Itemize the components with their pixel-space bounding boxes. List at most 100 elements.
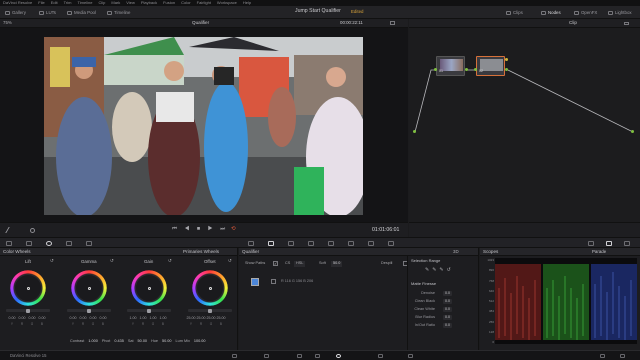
node-02-output-dot[interactable] [505, 68, 508, 71]
soft-value[interactable]: 50.0 [331, 261, 343, 267]
audio-icon[interactable] [30, 228, 35, 233]
gain-crosshair[interactable] [147, 286, 151, 290]
nodes-button[interactable]: Nodes [538, 8, 564, 17]
in-out-ratio-value[interactable]: 0.0 [443, 323, 452, 328]
rgb-mixer-icon[interactable] [66, 241, 72, 246]
clean-black-value[interactable]: 0.0 [443, 299, 452, 304]
menu-item-clip[interactable]: Clip [98, 1, 105, 5]
node-02[interactable]: 02 [476, 56, 505, 76]
luts-button[interactable]: LUTs [36, 8, 59, 17]
timeline-button[interactable]: Timeline [104, 8, 133, 17]
home-icon[interactable] [600, 354, 605, 358]
node-input-dot[interactable] [413, 130, 416, 133]
offset-reset-icon[interactable]: ↺ [228, 258, 232, 264]
gain-master-slider[interactable] [127, 308, 171, 313]
sizing-icon[interactable] [368, 241, 374, 246]
menu-item-playback[interactable]: Playback [141, 1, 157, 5]
settings-icon[interactable] [620, 354, 625, 358]
lum-mix-value[interactable]: 100.00 [194, 339, 206, 344]
transport-controls[interactable]: ⏮ ◀ ■ ▶ ⏭ [172, 226, 228, 233]
node-02-input-dot[interactable] [474, 68, 477, 71]
video-frame[interactable] [44, 37, 363, 215]
node-02-key-dot[interactable] [505, 58, 508, 61]
menu-item-edit[interactable]: Edit [51, 1, 58, 5]
menu-item-davinci-resolve[interactable]: DaVinci Resolve [3, 1, 32, 5]
color-match-icon[interactable] [26, 241, 32, 246]
gamma-master-slider[interactable] [67, 308, 111, 313]
sat-value[interactable]: 50.00 [138, 339, 148, 344]
menu-item-timeline[interactable]: Timeline [78, 1, 93, 5]
viewer-mode[interactable]: Qualifier [192, 20, 209, 26]
menu-item-file[interactable]: File [38, 1, 44, 5]
node-01-output-dot[interactable] [465, 68, 468, 71]
node-output-dot[interactable] [631, 130, 634, 133]
node-editor[interactable]: 01 02 [409, 28, 640, 222]
menu-item-mark[interactable]: Mark [111, 1, 120, 5]
tracker-icon[interactable] [308, 241, 314, 246]
qualifier-icon[interactable] [268, 241, 274, 246]
menu-item-fusion[interactable]: Fusion [163, 1, 175, 5]
window-icon[interactable] [288, 241, 294, 246]
color-page-icon[interactable] [336, 354, 341, 358]
offset-master-slider[interactable] [188, 308, 232, 313]
blur-icon[interactable] [328, 241, 334, 246]
slider-knob[interactable] [208, 308, 212, 313]
menu-item-workspace[interactable]: Workspace [217, 1, 237, 5]
menu-item-help[interactable]: Help [243, 1, 251, 5]
hue-value[interactable]: 50.00 [162, 339, 172, 344]
deliver-page-icon[interactable] [408, 354, 413, 358]
expand-icon[interactable] [624, 241, 630, 246]
media-pool-button[interactable]: Media Pool [64, 8, 99, 17]
lift-crosshair[interactable] [26, 286, 30, 290]
color-space-dropdown[interactable]: HSL [294, 261, 306, 267]
node-options-icon[interactable] [624, 22, 629, 25]
camera-raw-icon[interactable] [6, 241, 12, 246]
3d-icon[interactable] [388, 241, 394, 246]
gamma-reset-icon[interactable]: ↺ [110, 258, 114, 264]
motion-effects-icon[interactable] [86, 241, 92, 246]
loop-icon[interactable]: ⟲ [231, 226, 236, 233]
gamma-crosshair[interactable] [87, 286, 91, 290]
color-wheels-icon[interactable] [46, 241, 52, 246]
cut-page-icon[interactable] [264, 354, 269, 358]
lightbox-button[interactable]: Lightbox [605, 8, 635, 17]
picker-tools[interactable]: ✎✎✎↺ [425, 268, 454, 273]
zoom-dropdown[interactable]: 75% [3, 20, 12, 25]
key-icon[interactable] [348, 241, 354, 246]
node-01[interactable]: 01 [436, 56, 465, 76]
qualifier-3d-tab[interactable]: 3D [453, 249, 459, 254]
fairlight-page-icon[interactable] [378, 354, 383, 358]
slider-knob[interactable] [26, 308, 30, 313]
lift-reset-icon[interactable]: ↺ [50, 258, 54, 264]
menu-item-fairlight[interactable]: Fairlight [197, 1, 211, 5]
node-mode[interactable]: Clip [569, 20, 577, 26]
menu-item-color[interactable]: Color [181, 1, 191, 5]
show-paths-checkbox[interactable]: ✓ [273, 261, 278, 266]
node-01-input-dot[interactable] [434, 68, 437, 71]
pivot-value[interactable]: 0.435 [114, 339, 124, 344]
slider-knob[interactable] [147, 308, 151, 313]
primaries-wheels-tab[interactable]: Primaries Wheels [183, 249, 219, 255]
scope-mode-dropdown[interactable]: Parade [592, 249, 606, 254]
clips-button[interactable]: Clips [503, 8, 526, 17]
blur-radius-value[interactable]: 0.0 [443, 315, 452, 320]
gain-reset-icon[interactable]: ↺ [168, 258, 172, 264]
fusion-page-icon[interactable] [315, 354, 320, 358]
contrast-value[interactable]: 1.000 [88, 339, 98, 344]
viewer-options-icon[interactable] [390, 21, 395, 25]
qualifier-grid-icon[interactable] [271, 279, 276, 284]
lift-master-slider[interactable] [6, 308, 50, 313]
slider-knob[interactable] [87, 308, 91, 313]
menu-item-view[interactable]: View [126, 1, 135, 5]
gallery-button[interactable]: Gallery [2, 8, 29, 17]
pen-tool-icon[interactable] [5, 227, 15, 233]
openfx-button[interactable]: OpenFX [571, 8, 600, 17]
scopes-icon[interactable] [606, 241, 612, 246]
info-icon[interactable] [588, 241, 594, 246]
menu-item-trim[interactable]: Trim [64, 1, 72, 5]
curves-icon[interactable] [248, 241, 254, 246]
media-page-icon[interactable] [232, 354, 237, 358]
denoise-value[interactable]: 0.0 [443, 291, 452, 296]
offset-crosshair[interactable] [208, 286, 212, 290]
edit-page-icon[interactable] [297, 354, 302, 358]
